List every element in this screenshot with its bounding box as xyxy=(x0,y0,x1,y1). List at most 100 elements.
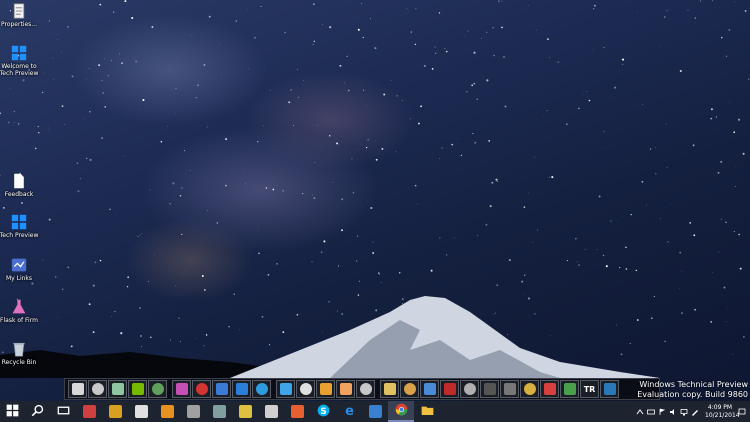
desktop-icon-properties[interactable]: Properties... xyxy=(0,2,38,28)
desktop-icon-flask-of-firm[interactable]: Flask of Firm xyxy=(0,298,38,324)
taskbar-button-store[interactable] xyxy=(128,401,154,422)
chart-icon xyxy=(151,383,164,395)
toolbar-button-gear[interactable] xyxy=(480,380,499,398)
toolbar-button-steam[interactable] xyxy=(600,380,619,398)
red-circle-icon xyxy=(195,383,208,395)
toolbar-button-pen[interactable] xyxy=(380,380,399,398)
toolbar-button-map[interactable] xyxy=(88,380,107,398)
colorful-icon xyxy=(319,383,332,395)
monitor-icon xyxy=(71,383,84,395)
pen-tray-icon[interactable] xyxy=(691,408,699,416)
toolbar-button-gamepad[interactable] xyxy=(108,380,127,398)
desktop-icon-label: Recycle Bin xyxy=(1,359,37,366)
watermark-line-1: Windows Technical Preview xyxy=(639,380,748,389)
toolbar-button-folder[interactable] xyxy=(336,380,355,398)
taskbar-button-search[interactable] xyxy=(24,401,50,422)
taskbar-button-start[interactable] xyxy=(0,401,24,422)
keyboard-icon[interactable] xyxy=(647,408,655,416)
desktop-icon-label: Properties... xyxy=(0,21,38,28)
toolbar-button-red-circle[interactable] xyxy=(192,380,211,398)
toolbar-button-person[interactable] xyxy=(400,380,419,398)
desktop-icon-feedback[interactable]: Feedback xyxy=(0,172,38,198)
speaker-icon[interactable] xyxy=(669,408,677,416)
chrome-icon xyxy=(395,401,408,420)
toolbar-button-shield[interactable] xyxy=(500,380,519,398)
taskbar: Se 4:09 PM 10/21/2014 xyxy=(0,401,750,422)
toolbar-button-monitor[interactable] xyxy=(68,380,87,398)
pen-icon xyxy=(383,383,396,395)
taskbar-button-bird[interactable] xyxy=(362,401,388,422)
toolbar-button-face[interactable] xyxy=(560,380,579,398)
toolbar-button-app[interactable] xyxy=(212,380,231,398)
toolbar-button-colorful[interactable] xyxy=(316,380,335,398)
toolbar-button-game-red[interactable] xyxy=(440,380,459,398)
gamepad-icon xyxy=(111,383,124,395)
app-icon xyxy=(215,383,228,395)
safari-icon xyxy=(279,383,292,395)
toolbar-separator xyxy=(272,380,275,398)
desktop-icon-tech-preview[interactable]: Tech Preview xyxy=(0,213,38,239)
pen-app-icon xyxy=(238,405,252,418)
taskbar-button-r-app[interactable] xyxy=(102,401,128,422)
toolbar-button-badge[interactable] xyxy=(520,380,539,398)
toolbar-button-camera[interactable] xyxy=(460,380,479,398)
document-icon xyxy=(10,2,28,20)
notification-icon[interactable] xyxy=(738,408,746,416)
toolbar-button-blue-circle[interactable] xyxy=(252,380,271,398)
tr-icon: TR xyxy=(583,384,596,394)
badge-icon xyxy=(523,383,536,395)
flag-icon[interactable] xyxy=(658,408,666,416)
toolbar-button-t[interactable] xyxy=(232,380,251,398)
arrow-icon xyxy=(359,383,372,395)
desktop-icon-welcome-to[interactable]: Welcome to Tech Preview xyxy=(0,44,38,77)
toolbar-button-globe[interactable] xyxy=(420,380,439,398)
watermark-line-2: Evaluation copy. Build 9860 xyxy=(637,390,748,399)
toolbar-button-nvidia[interactable] xyxy=(128,380,147,398)
desktop-icon-label: Welcome to Tech Preview xyxy=(0,63,39,77)
taskbar-button-calculator[interactable] xyxy=(180,401,206,422)
file-explorer-icon xyxy=(421,402,434,421)
chevron-up-icon[interactable] xyxy=(636,408,644,416)
flask-icon xyxy=(10,298,28,316)
taskbar-button-ie[interactable]: e xyxy=(336,401,362,422)
taskbar-button-task-view[interactable] xyxy=(50,401,76,422)
toolbar-button-arrow[interactable] xyxy=(356,380,375,398)
taskbar-button-media[interactable] xyxy=(154,401,180,422)
toolbar-button-safari[interactable] xyxy=(276,380,295,398)
taskbar-button-chrome[interactable] xyxy=(388,401,414,422)
taskbar-button-skype[interactable]: S xyxy=(310,401,336,422)
steam-icon xyxy=(603,383,616,395)
toolbar-button-photo[interactable] xyxy=(172,380,191,398)
svg-text:e: e xyxy=(345,404,354,417)
taskbar-button-globe-app[interactable] xyxy=(284,401,310,422)
evaluation-watermark: Windows Technical Preview Evaluation cop… xyxy=(637,380,748,400)
monitor-app-icon xyxy=(212,405,226,418)
toolbar-separator xyxy=(168,380,171,398)
floating-toolbar: TR xyxy=(64,378,660,400)
blue-circle-icon xyxy=(255,383,268,395)
taskbar-button-image-app[interactable] xyxy=(258,401,284,422)
windows-icon xyxy=(10,44,28,62)
network-icon[interactable] xyxy=(680,408,688,416)
clock-time: 4:09 PM xyxy=(707,403,733,411)
nvidia-icon xyxy=(131,383,144,395)
toolbar-button-chart[interactable] xyxy=(148,380,167,398)
shield-icon xyxy=(503,383,516,395)
tools-icon xyxy=(299,383,312,395)
clock[interactable]: 4:09 PM 10/21/2014 xyxy=(705,403,740,420)
shop-icon xyxy=(543,383,556,395)
taskbar-button-monitor-app[interactable] xyxy=(206,401,232,422)
taskbar-button-file-explorer[interactable] xyxy=(414,401,440,422)
start-icon xyxy=(6,402,19,421)
media-icon xyxy=(160,405,174,418)
desktop-icon-recycle-bin[interactable]: Recycle Bin xyxy=(0,340,38,366)
taskbar-button-news[interactable] xyxy=(76,401,102,422)
map-icon xyxy=(91,383,104,395)
toolbar-button-tr[interactable]: TR xyxy=(580,380,599,398)
taskbar-button-pen-app[interactable] xyxy=(232,401,258,422)
desktop-icon-label: Tech Preview xyxy=(0,232,39,239)
skype-icon: S xyxy=(317,402,330,421)
desktop-icon-my-links[interactable]: My Links xyxy=(0,256,38,282)
toolbar-button-tools[interactable] xyxy=(296,380,315,398)
toolbar-button-shop[interactable] xyxy=(540,380,559,398)
